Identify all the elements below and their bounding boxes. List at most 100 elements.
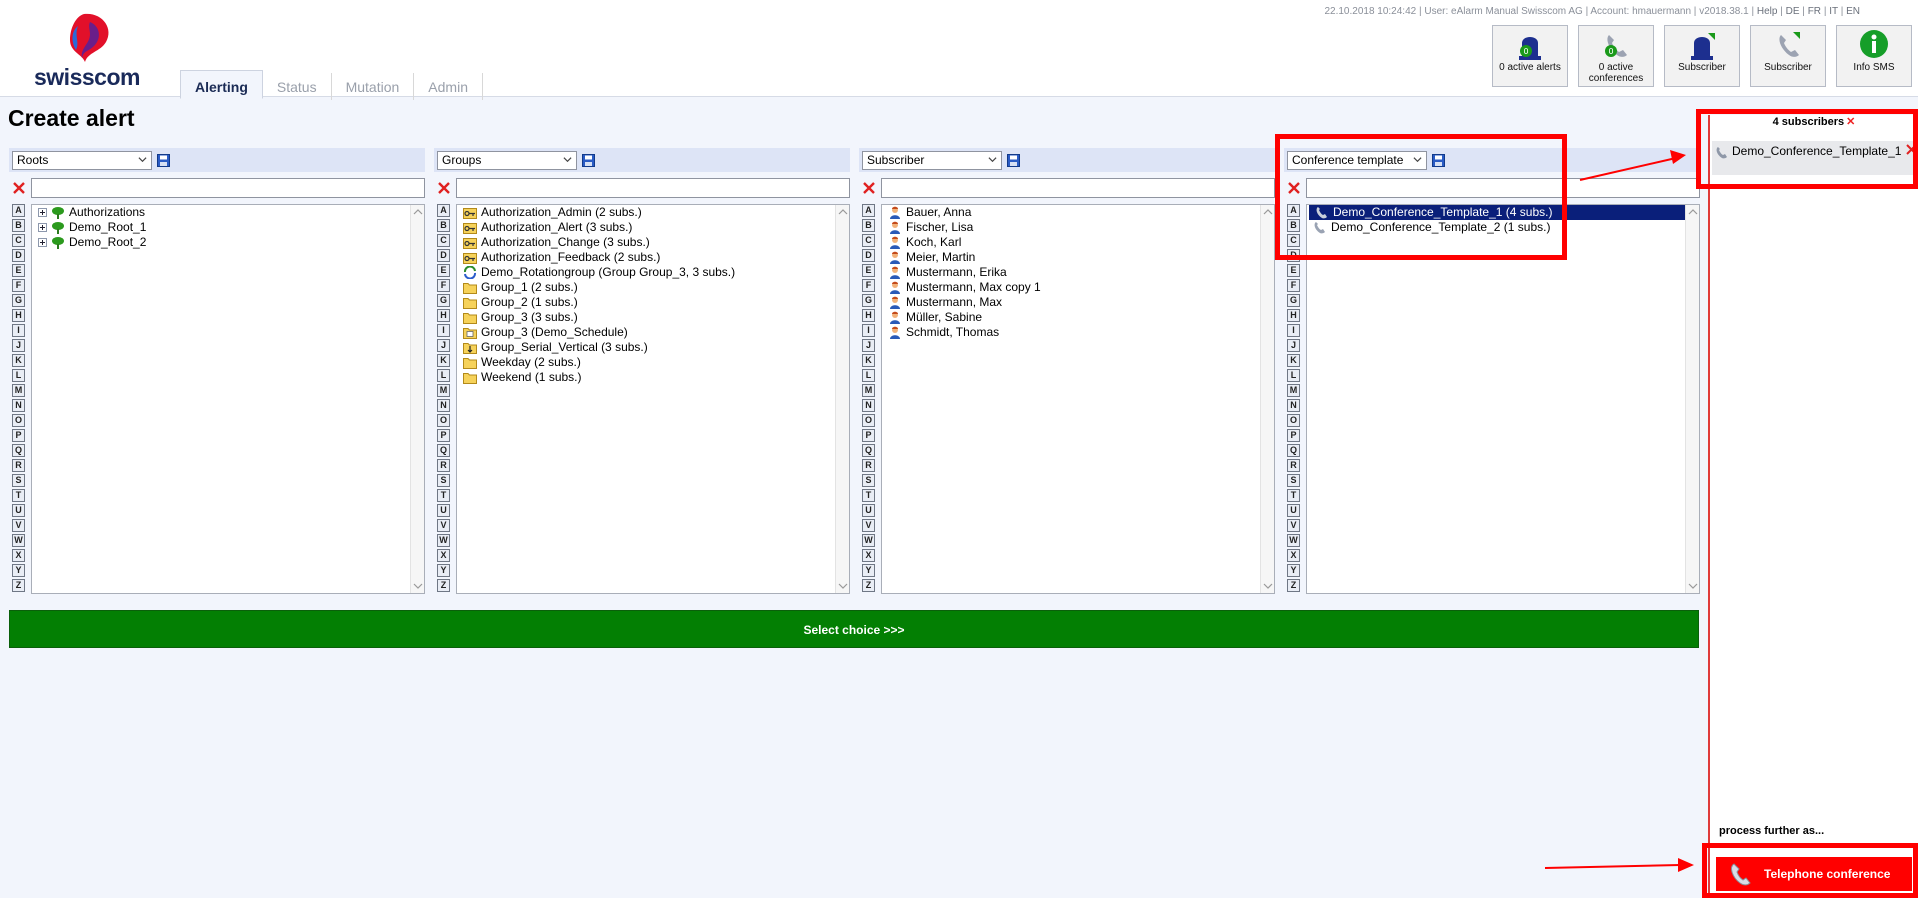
alphabet-key[interactable]: J <box>1287 339 1300 352</box>
info-sms-button[interactable]: Info SMS <box>1836 25 1912 87</box>
scrollbar[interactable] <box>410 205 424 593</box>
alphabet-key[interactable]: F <box>862 279 875 292</box>
alphabet-key[interactable]: P <box>12 429 25 442</box>
alphabet-key[interactable]: H <box>1287 309 1300 322</box>
alphabet-key[interactable]: M <box>12 384 25 397</box>
clear-filter-icon[interactable] <box>1286 180 1302 196</box>
scroll-up-icon[interactable] <box>1688 208 1698 216</box>
alphabet-key[interactable]: W <box>862 534 875 547</box>
alphabet-key[interactable]: F <box>437 279 450 292</box>
alphabet-key[interactable]: H <box>437 309 450 322</box>
alphabet-key[interactable]: J <box>12 339 25 352</box>
list-item[interactable]: Group_1 (2 subs.) <box>457 280 849 295</box>
alphabet-key[interactable]: X <box>862 549 875 562</box>
lang-it-link[interactable]: IT <box>1829 6 1838 17</box>
list-item[interactable]: Demo_Root_1 <box>32 220 424 235</box>
alphabet-key[interactable]: B <box>862 219 875 232</box>
list-item[interactable]: Demo_Conference_Template_2 (1 subs.) <box>1307 220 1699 235</box>
scroll-down-icon[interactable] <box>413 582 423 590</box>
alphabet-key[interactable]: R <box>1287 459 1300 472</box>
alphabet-key[interactable]: C <box>1287 234 1300 247</box>
telephone-conference-button[interactable]: Telephone conference <box>1716 857 1912 891</box>
conference-select[interactable]: Conference template <box>1287 150 1427 170</box>
tab-mutation[interactable]: Mutation <box>332 73 415 100</box>
alphabet-key[interactable]: T <box>862 489 875 502</box>
alphabet-key[interactable]: E <box>437 264 450 277</box>
help-link[interactable]: Help <box>1757 6 1778 17</box>
scroll-up-icon[interactable] <box>1263 208 1273 216</box>
alphabet-key[interactable]: O <box>437 414 450 427</box>
alphabet-key[interactable]: Y <box>862 564 875 577</box>
active-alerts-button[interactable]: 0 0 active alerts <box>1492 25 1568 87</box>
alphabet-key[interactable]: D <box>862 249 875 262</box>
alphabet-key[interactable]: C <box>862 234 875 247</box>
list-item[interactable]: Authorization_Alert (3 subs.) <box>457 220 849 235</box>
scrollbar[interactable] <box>1685 205 1699 593</box>
groups-select[interactable]: Groups <box>437 150 577 170</box>
alphabet-key[interactable]: G <box>437 294 450 307</box>
scroll-up-icon[interactable] <box>838 208 848 216</box>
alphabet-key[interactable]: P <box>1287 429 1300 442</box>
alphabet-key[interactable]: U <box>12 504 25 517</box>
subscriber-list[interactable]: Bauer, Anna Fischer, Lisa Koch, Karl Mei… <box>881 204 1275 594</box>
scroll-up-icon[interactable] <box>413 208 423 216</box>
alphabet-key[interactable]: Z <box>862 579 875 592</box>
list-item[interactable]: Meier, Martin <box>882 250 1274 265</box>
list-item[interactable]: Weekday (2 subs.) <box>457 355 849 370</box>
roots-filter-input[interactable] <box>31 178 425 198</box>
active-conferences-button[interactable]: 0 0 active conferences <box>1578 25 1654 87</box>
alphabet-key[interactable]: A <box>862 204 875 217</box>
alphabet-key[interactable]: W <box>1287 534 1300 547</box>
lang-fr-link[interactable]: FR <box>1808 6 1821 17</box>
alphabet-key[interactable]: J <box>862 339 875 352</box>
alphabet-key[interactable]: O <box>1287 414 1300 427</box>
list-item[interactable]: Koch, Karl <box>882 235 1274 250</box>
alphabet-key[interactable]: C <box>437 234 450 247</box>
tab-status[interactable]: Status <box>263 73 332 100</box>
alphabet-key[interactable]: B <box>12 219 25 232</box>
alphabet-key[interactable]: K <box>12 354 25 367</box>
expand-icon[interactable] <box>38 238 47 247</box>
alphabet-key[interactable]: L <box>862 369 875 382</box>
groups-list[interactable]: Authorization_Admin (2 subs.) Authorizat… <box>456 204 850 594</box>
alphabet-key[interactable]: V <box>862 519 875 532</box>
alphabet-key[interactable]: Y <box>12 564 25 577</box>
alphabet-key[interactable]: I <box>437 324 450 337</box>
alphabet-key[interactable]: Q <box>12 444 25 457</box>
list-item[interactable]: Group_Serial_Vertical (3 subs.) <box>457 340 849 355</box>
alphabet-key[interactable]: R <box>12 459 25 472</box>
lang-de-link[interactable]: DE <box>1786 6 1800 17</box>
alphabet-key[interactable]: E <box>862 264 875 277</box>
alphabet-key[interactable]: Y <box>437 564 450 577</box>
alphabet-key[interactable]: Z <box>1287 579 1300 592</box>
alphabet-key[interactable]: N <box>437 399 450 412</box>
alphabet-key[interactable]: L <box>1287 369 1300 382</box>
tab-alerting[interactable]: Alerting <box>180 70 263 99</box>
alphabet-key[interactable]: R <box>862 459 875 472</box>
subscriber-filter-input[interactable] <box>881 178 1275 198</box>
list-item[interactable]: Authorization_Admin (2 subs.) <box>457 205 849 220</box>
alphabet-key[interactable]: P <box>437 429 450 442</box>
alphabet-key[interactable]: F <box>1287 279 1300 292</box>
alphabet-key[interactable]: Q <box>1287 444 1300 457</box>
alphabet-key[interactable]: G <box>12 294 25 307</box>
alphabet-key[interactable]: N <box>862 399 875 412</box>
alphabet-key[interactable]: A <box>437 204 450 217</box>
alphabet-key[interactable]: B <box>437 219 450 232</box>
alphabet-key[interactable]: Q <box>862 444 875 457</box>
list-item[interactable]: Group_3 (Demo_Schedule) <box>457 325 849 340</box>
list-item[interactable]: Authorizations <box>32 205 424 220</box>
alphabet-key[interactable]: S <box>437 474 450 487</box>
subscriber-alert-button[interactable]: Subscriber <box>1664 25 1740 87</box>
alphabet-key[interactable]: W <box>437 534 450 547</box>
alphabet-key[interactable]: C <box>12 234 25 247</box>
selected-template-item[interactable]: Demo_Conference_Template_1 <box>1712 141 1918 175</box>
alphabet-key[interactable]: U <box>862 504 875 517</box>
scroll-down-icon[interactable] <box>838 582 848 590</box>
list-item[interactable]: Demo_Root_2 <box>32 235 424 250</box>
alphabet-key[interactable]: Y <box>1287 564 1300 577</box>
alphabet-key[interactable]: A <box>1287 204 1300 217</box>
tab-admin[interactable]: Admin <box>414 73 483 100</box>
select-choice-button[interactable]: Select choice >>> <box>9 610 1699 648</box>
groups-filter-input[interactable] <box>456 178 850 198</box>
